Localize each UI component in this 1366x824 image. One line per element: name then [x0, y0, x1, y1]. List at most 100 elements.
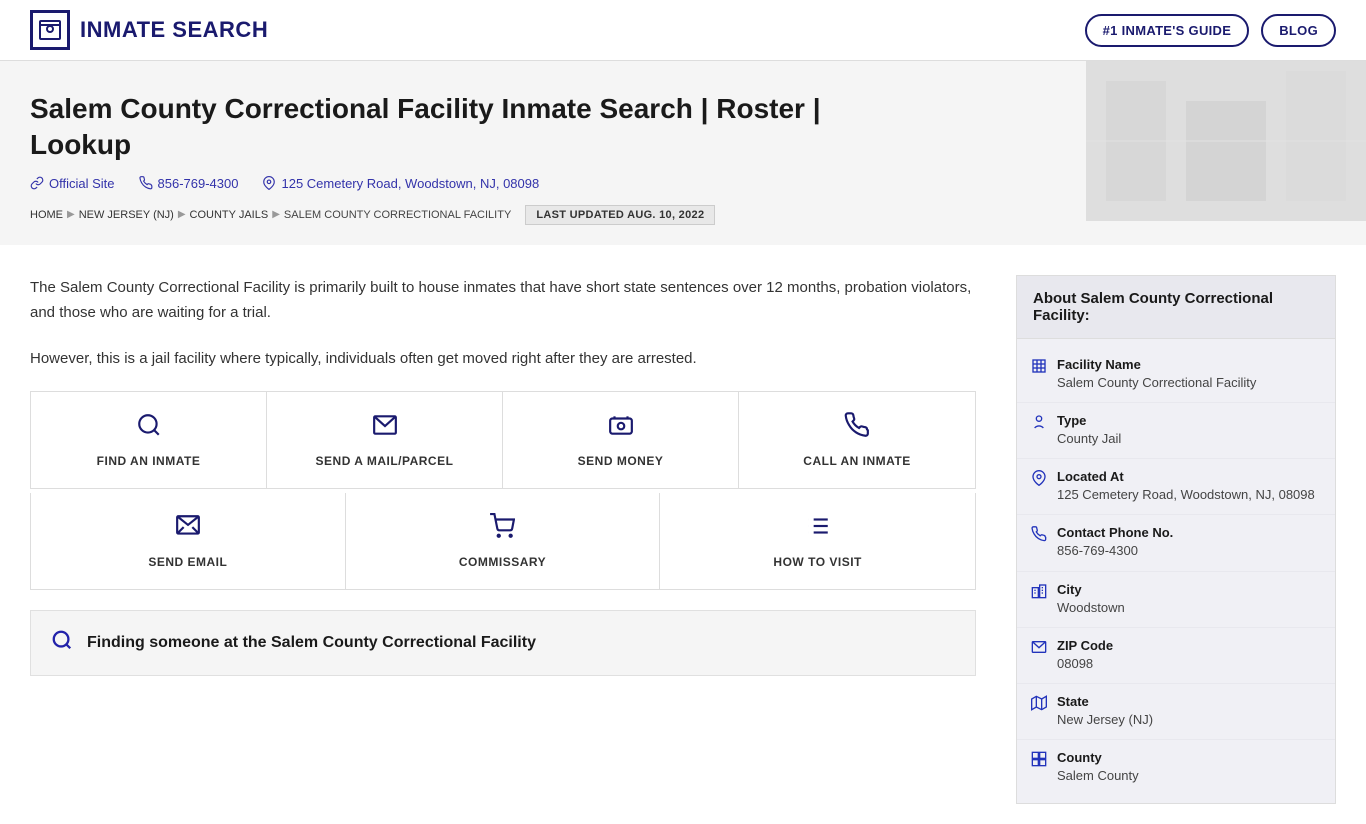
address-meta: 125 Cemetery Road, Woodstown, NJ, 08098 — [262, 176, 539, 191]
phone-icon — [139, 176, 153, 190]
search-icon — [136, 412, 162, 444]
phone-value: 856-769-4300 — [158, 176, 239, 191]
hero-section: Salem County Correctional Facility Inmat… — [0, 61, 1366, 245]
action-call-inmate[interactable]: CALL AN INMATE — [739, 392, 975, 488]
phone-meta: 856-769-4300 — [139, 176, 239, 191]
location-pin-icon — [1031, 470, 1047, 491]
person-icon — [1031, 414, 1047, 435]
official-site-label: Official Site — [49, 176, 115, 191]
site-title: INMATE SEARCH — [80, 17, 268, 43]
action-how-to-visit-label: HOW TO VISIT — [773, 555, 861, 569]
sep2: ▶ — [178, 209, 186, 220]
logo-icon — [30, 10, 70, 50]
find-section-text: Finding someone at the Salem County Corr… — [87, 634, 536, 652]
about-item-type: Type County Jail — [1017, 403, 1335, 459]
mail-icon — [372, 412, 398, 444]
about-item-state-label: State — [1057, 694, 1153, 709]
phone-about-icon — [1031, 526, 1047, 547]
last-updated-badge: LAST UPDATED AUG. 10, 2022 — [525, 205, 715, 225]
about-item-state-content: State New Jersey (NJ) — [1057, 694, 1153, 729]
about-item-city-label: City — [1057, 582, 1125, 597]
about-item-location-content: Located At 125 Cemetery Road, Woodstown,… — [1057, 469, 1315, 504]
sep1: ▶ — [67, 209, 75, 220]
action-send-money-label: SEND MONEY — [578, 454, 664, 468]
about-item-phone: Contact Phone No. 856-769-4300 — [1017, 515, 1335, 571]
main-content: The Salem County Correctional Facility i… — [0, 245, 1366, 824]
action-grid-row2: SEND EMAIL COMMISSARY — [30, 493, 976, 590]
action-send-mail[interactable]: SEND A MAIL/PARCEL — [267, 392, 503, 488]
about-item-zip-label: ZIP Code — [1057, 638, 1113, 653]
about-item-type-content: Type County Jail — [1057, 413, 1121, 448]
address-value: 125 Cemetery Road, Woodstown, NJ, 08098 — [281, 176, 539, 191]
about-item-location-label: Located At — [1057, 469, 1315, 484]
action-commissary[interactable]: COMMISSARY — [346, 493, 661, 589]
action-send-money[interactable]: SEND MONEY — [503, 392, 739, 488]
city-icon — [1031, 583, 1047, 604]
about-item-county-value: Salem County — [1057, 767, 1139, 785]
about-item-location: Located At 125 Cemetery Road, Woodstown,… — [1017, 459, 1335, 515]
about-item-zip-value: 08098 — [1057, 655, 1113, 673]
about-item-facility-name-value: Salem County Correctional Facility — [1057, 374, 1256, 392]
description-para2: However, this is a jail facility where t… — [30, 346, 976, 372]
description-para1: The Salem County Correctional Facility i… — [30, 275, 976, 326]
about-item-facility-name-content: Facility Name Salem County Correctional … — [1057, 357, 1256, 392]
action-send-mail-label: SEND A MAIL/PARCEL — [316, 454, 454, 468]
breadcrumb-current: SALEM COUNTY CORRECTIONAL FACILITY — [284, 209, 511, 221]
find-section[interactable]: Finding someone at the Salem County Corr… — [30, 610, 976, 676]
about-item-location-value: 125 Cemetery Road, Woodstown, NJ, 08098 — [1057, 486, 1315, 504]
sep3: ▶ — [272, 209, 280, 220]
prison-image — [1086, 61, 1366, 245]
breadcrumb-home[interactable]: HOME — [30, 209, 63, 221]
about-item-city: City Woodstown — [1017, 572, 1335, 628]
about-item-phone-label: Contact Phone No. — [1057, 525, 1173, 540]
header-nav: #1 INMATE'S GUIDE BLOG — [1085, 14, 1336, 47]
action-grid-row1: FIND AN INMATE SEND A MAIL/PARCEL — [30, 391, 976, 489]
blog-button[interactable]: BLOG — [1261, 14, 1336, 47]
link-icon — [30, 176, 44, 190]
about-item-type-label: Type — [1057, 413, 1121, 428]
about-title: About Salem County Correctional Facility… — [1017, 276, 1335, 339]
action-commissary-label: COMMISSARY — [459, 555, 546, 569]
email-icon — [175, 513, 201, 545]
money-icon — [608, 412, 634, 444]
cart-icon — [489, 513, 515, 545]
about-item-state: State New Jersey (NJ) — [1017, 684, 1335, 740]
about-item-phone-content: Contact Phone No. 856-769-4300 — [1057, 525, 1173, 560]
guide-button[interactable]: #1 INMATE'S GUIDE — [1085, 14, 1250, 47]
about-list: Facility Name Salem County Correctional … — [1017, 339, 1335, 804]
action-call-inmate-label: CALL AN INMATE — [803, 454, 910, 468]
right-column: About Salem County Correctional Facility… — [1016, 275, 1336, 805]
about-item-city-value: Woodstown — [1057, 599, 1125, 617]
breadcrumb-state[interactable]: NEW JERSEY (NJ) — [79, 209, 174, 221]
about-item-phone-value: 856-769-4300 — [1057, 542, 1173, 560]
action-how-to-visit[interactable]: HOW TO VISIT — [660, 493, 975, 589]
description: The Salem County Correctional Facility i… — [30, 275, 976, 372]
building-icon — [1031, 358, 1047, 379]
action-find-inmate[interactable]: FIND AN INMATE — [31, 392, 267, 488]
zip-icon — [1031, 639, 1047, 660]
about-item-city-content: City Woodstown — [1057, 582, 1125, 617]
action-send-email[interactable]: SEND EMAIL — [31, 493, 346, 589]
about-item-zip-content: ZIP Code 08098 — [1057, 638, 1113, 673]
official-site-link[interactable]: Official Site — [30, 176, 115, 191]
about-item-facility-name-label: Facility Name — [1057, 357, 1256, 372]
header: INMATE SEARCH #1 INMATE'S GUIDE BLOG — [0, 0, 1366, 61]
about-item-type-value: County Jail — [1057, 430, 1121, 448]
action-find-inmate-label: FIND AN INMATE — [97, 454, 201, 468]
list-icon — [805, 513, 831, 545]
find-section-search-icon — [51, 629, 73, 657]
breadcrumb-category[interactable]: COUNTY JAILS — [190, 209, 269, 221]
location-icon — [262, 176, 276, 190]
about-item-zip: ZIP Code 08098 — [1017, 628, 1335, 684]
logo-area: INMATE SEARCH — [30, 10, 268, 50]
county-icon — [1031, 751, 1047, 772]
action-send-email-label: SEND EMAIL — [148, 555, 227, 569]
about-box: About Salem County Correctional Facility… — [1016, 275, 1336, 805]
about-item-state-value: New Jersey (NJ) — [1057, 711, 1153, 729]
map-icon — [1031, 695, 1047, 716]
call-icon — [844, 412, 870, 444]
about-item-facility-name: Facility Name Salem County Correctional … — [1017, 347, 1335, 403]
left-column: The Salem County Correctional Facility i… — [30, 275, 1016, 805]
about-item-county-label: County — [1057, 750, 1139, 765]
page-title: Salem County Correctional Facility Inmat… — [30, 91, 830, 164]
